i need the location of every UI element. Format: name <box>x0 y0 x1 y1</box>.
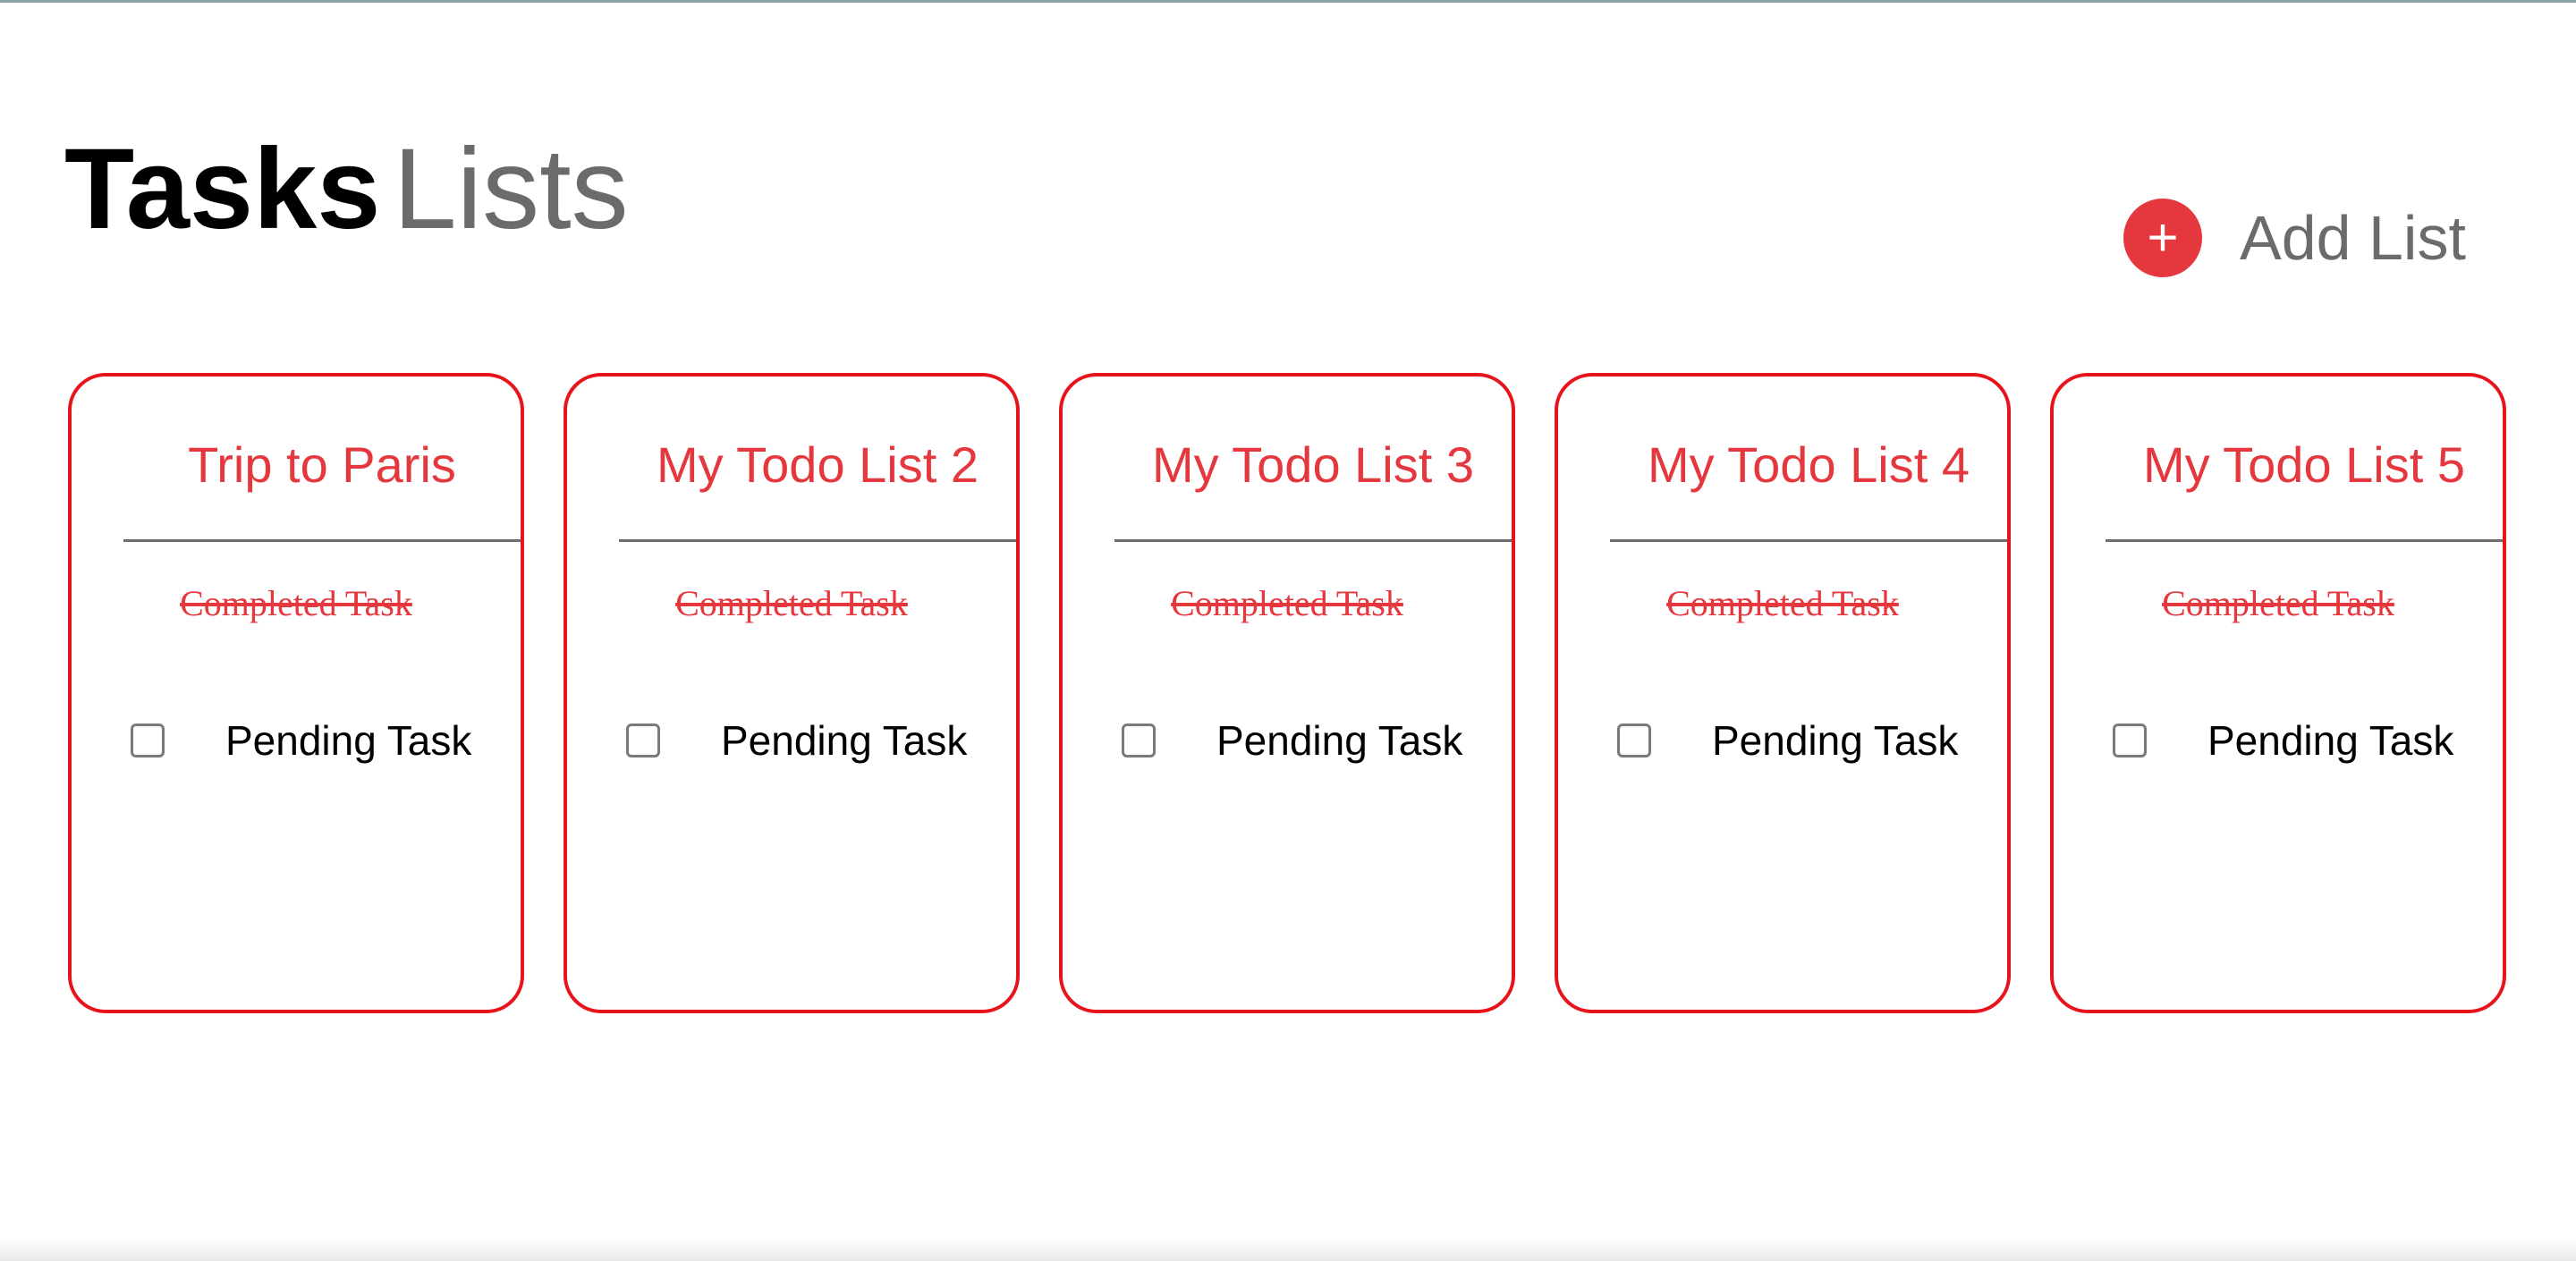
list-card: My Todo List 3 Completed Task Pending Ta… <box>1059 373 1515 1013</box>
list-divider <box>123 539 521 542</box>
add-list-button[interactable]: + Add List <box>2123 199 2466 277</box>
list-divider <box>1610 539 2007 542</box>
completed-task[interactable]: Completed Task <box>567 581 1016 626</box>
top-border <box>0 0 2576 3</box>
list-title[interactable]: My Todo List 2 <box>619 434 1016 496</box>
page-title-bold: Tasks <box>64 125 381 253</box>
list-card: Trip to Paris Completed Task Pending Tas… <box>68 373 524 1013</box>
list-divider <box>619 539 1016 542</box>
task-checkbox[interactable] <box>131 724 165 757</box>
lists-container: Trip to Paris Completed Task Pending Tas… <box>68 373 2506 1013</box>
pending-task-row: Pending Task <box>626 716 967 765</box>
plus-icon[interactable]: + <box>2123 199 2202 277</box>
pending-task-row: Pending Task <box>131 716 471 765</box>
pending-task[interactable]: Pending Task <box>225 716 471 765</box>
list-title[interactable]: Trip to Paris <box>123 434 521 496</box>
task-checkbox[interactable] <box>626 724 660 757</box>
task-checkbox[interactable] <box>1617 724 1651 757</box>
list-title[interactable]: My Todo List 4 <box>1610 434 2007 496</box>
page-title-light: Lists <box>393 125 629 253</box>
page-title: Tasks Lists <box>64 114 629 265</box>
add-list-label[interactable]: Add List <box>2240 202 2466 274</box>
pending-task[interactable]: Pending Task <box>1712 716 1958 765</box>
completed-task[interactable]: Completed Task <box>1558 581 2007 626</box>
list-card: My Todo List 4 Completed Task Pending Ta… <box>1555 373 2011 1013</box>
list-card: My Todo List 2 Completed Task Pending Ta… <box>564 373 1020 1013</box>
pending-task-row: Pending Task <box>2113 716 2453 765</box>
pending-task[interactable]: Pending Task <box>721 716 967 765</box>
pending-task-row: Pending Task <box>1122 716 1462 765</box>
bottom-shadow <box>0 1238 2576 1261</box>
list-card: My Todo List 5 Completed Task Pending Ta… <box>2050 373 2506 1013</box>
completed-task[interactable]: Completed Task <box>1063 581 1512 626</box>
pending-task[interactable]: Pending Task <box>1216 716 1462 765</box>
list-title[interactable]: My Todo List 3 <box>1114 434 1512 496</box>
list-divider <box>2106 539 2503 542</box>
pending-task-row: Pending Task <box>1617 716 1958 765</box>
completed-task[interactable]: Completed Task <box>2054 581 2503 626</box>
list-divider <box>1114 539 1512 542</box>
list-title[interactable]: My Todo List 5 <box>2106 434 2503 496</box>
task-checkbox[interactable] <box>2113 724 2147 757</box>
completed-task[interactable]: Completed Task <box>72 581 521 626</box>
pending-task[interactable]: Pending Task <box>2207 716 2453 765</box>
task-checkbox[interactable] <box>1122 724 1156 757</box>
